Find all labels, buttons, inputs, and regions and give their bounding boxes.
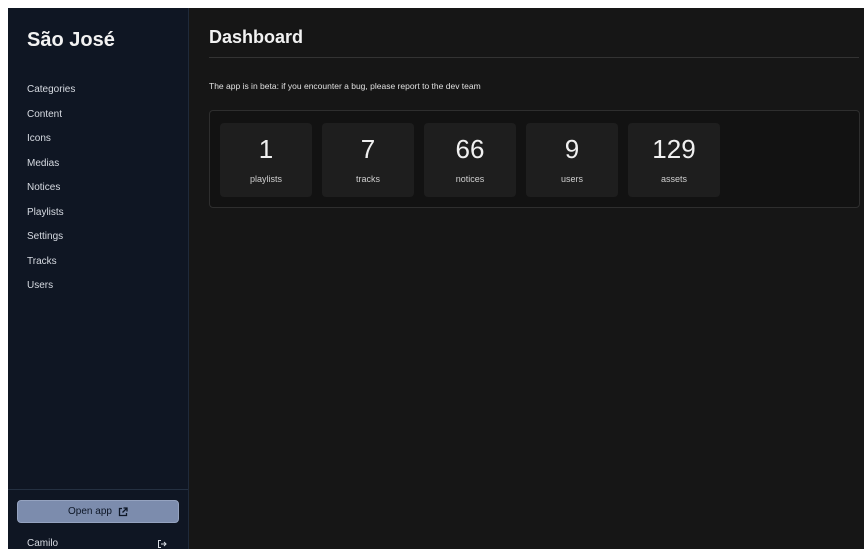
stat-card-playlists: 1 playlists — [220, 123, 312, 197]
logout-icon[interactable] — [157, 539, 167, 549]
stat-value: 7 — [360, 134, 376, 164]
stat-value: 129 — [652, 134, 696, 164]
stat-value: 9 — [564, 134, 580, 164]
sidebar-nav: Categories Content Icons Medias Notices … — [8, 66, 188, 299]
sidebar-item-categories[interactable]: Categories — [8, 78, 188, 103]
app-window: São José Categories Content Icons Medias… — [8, 8, 864, 549]
brand-title: São José — [27, 29, 115, 51]
sidebar-item-notices[interactable]: Notices — [8, 176, 188, 201]
open-app-button[interactable]: Open app — [17, 500, 179, 523]
sidebar-item-medias[interactable]: Medias — [8, 152, 188, 177]
sidebar-item-tracks[interactable]: Tracks — [8, 250, 188, 275]
stat-card-notices: 66 notices — [424, 123, 516, 197]
stat-value: 1 — [258, 134, 274, 164]
stat-label: assets — [660, 174, 687, 184]
stats-panel: 1 playlists 7 tracks 66 notices 9 users … — [209, 110, 860, 208]
stat-card-users: 9 users — [526, 123, 618, 197]
sidebar-item-playlists[interactable]: Playlists — [8, 201, 188, 226]
sidebar-footer: Open app Camilo — [8, 489, 188, 549]
stat-card-tracks: 7 tracks — [322, 123, 414, 197]
stat-label: users — [560, 174, 583, 184]
stat-value: 66 — [455, 134, 485, 164]
main-content: Dashboard The app is in beta: if you enc… — [189, 8, 864, 549]
stat-label: tracks — [355, 174, 380, 184]
sidebar-item-content[interactable]: Content — [8, 103, 188, 128]
sidebar-item-icons[interactable]: Icons — [8, 127, 188, 152]
open-app-label: Open app — [68, 506, 112, 517]
external-link-icon — [118, 506, 128, 517]
beta-notice: The app is in beta: if you encounter a b… — [209, 81, 481, 91]
stat-label: playlists — [249, 174, 282, 184]
stat-label: notices — [455, 174, 485, 184]
user-row: Camilo — [17, 523, 179, 549]
stat-card-assets: 129 assets — [628, 123, 720, 197]
sidebar: São José Categories Content Icons Medias… — [8, 8, 189, 549]
page-title: Dashboard — [209, 8, 859, 58]
sidebar-item-users[interactable]: Users — [8, 274, 188, 299]
user-name: Camilo — [27, 538, 59, 549]
sidebar-item-settings[interactable]: Settings — [8, 225, 188, 250]
